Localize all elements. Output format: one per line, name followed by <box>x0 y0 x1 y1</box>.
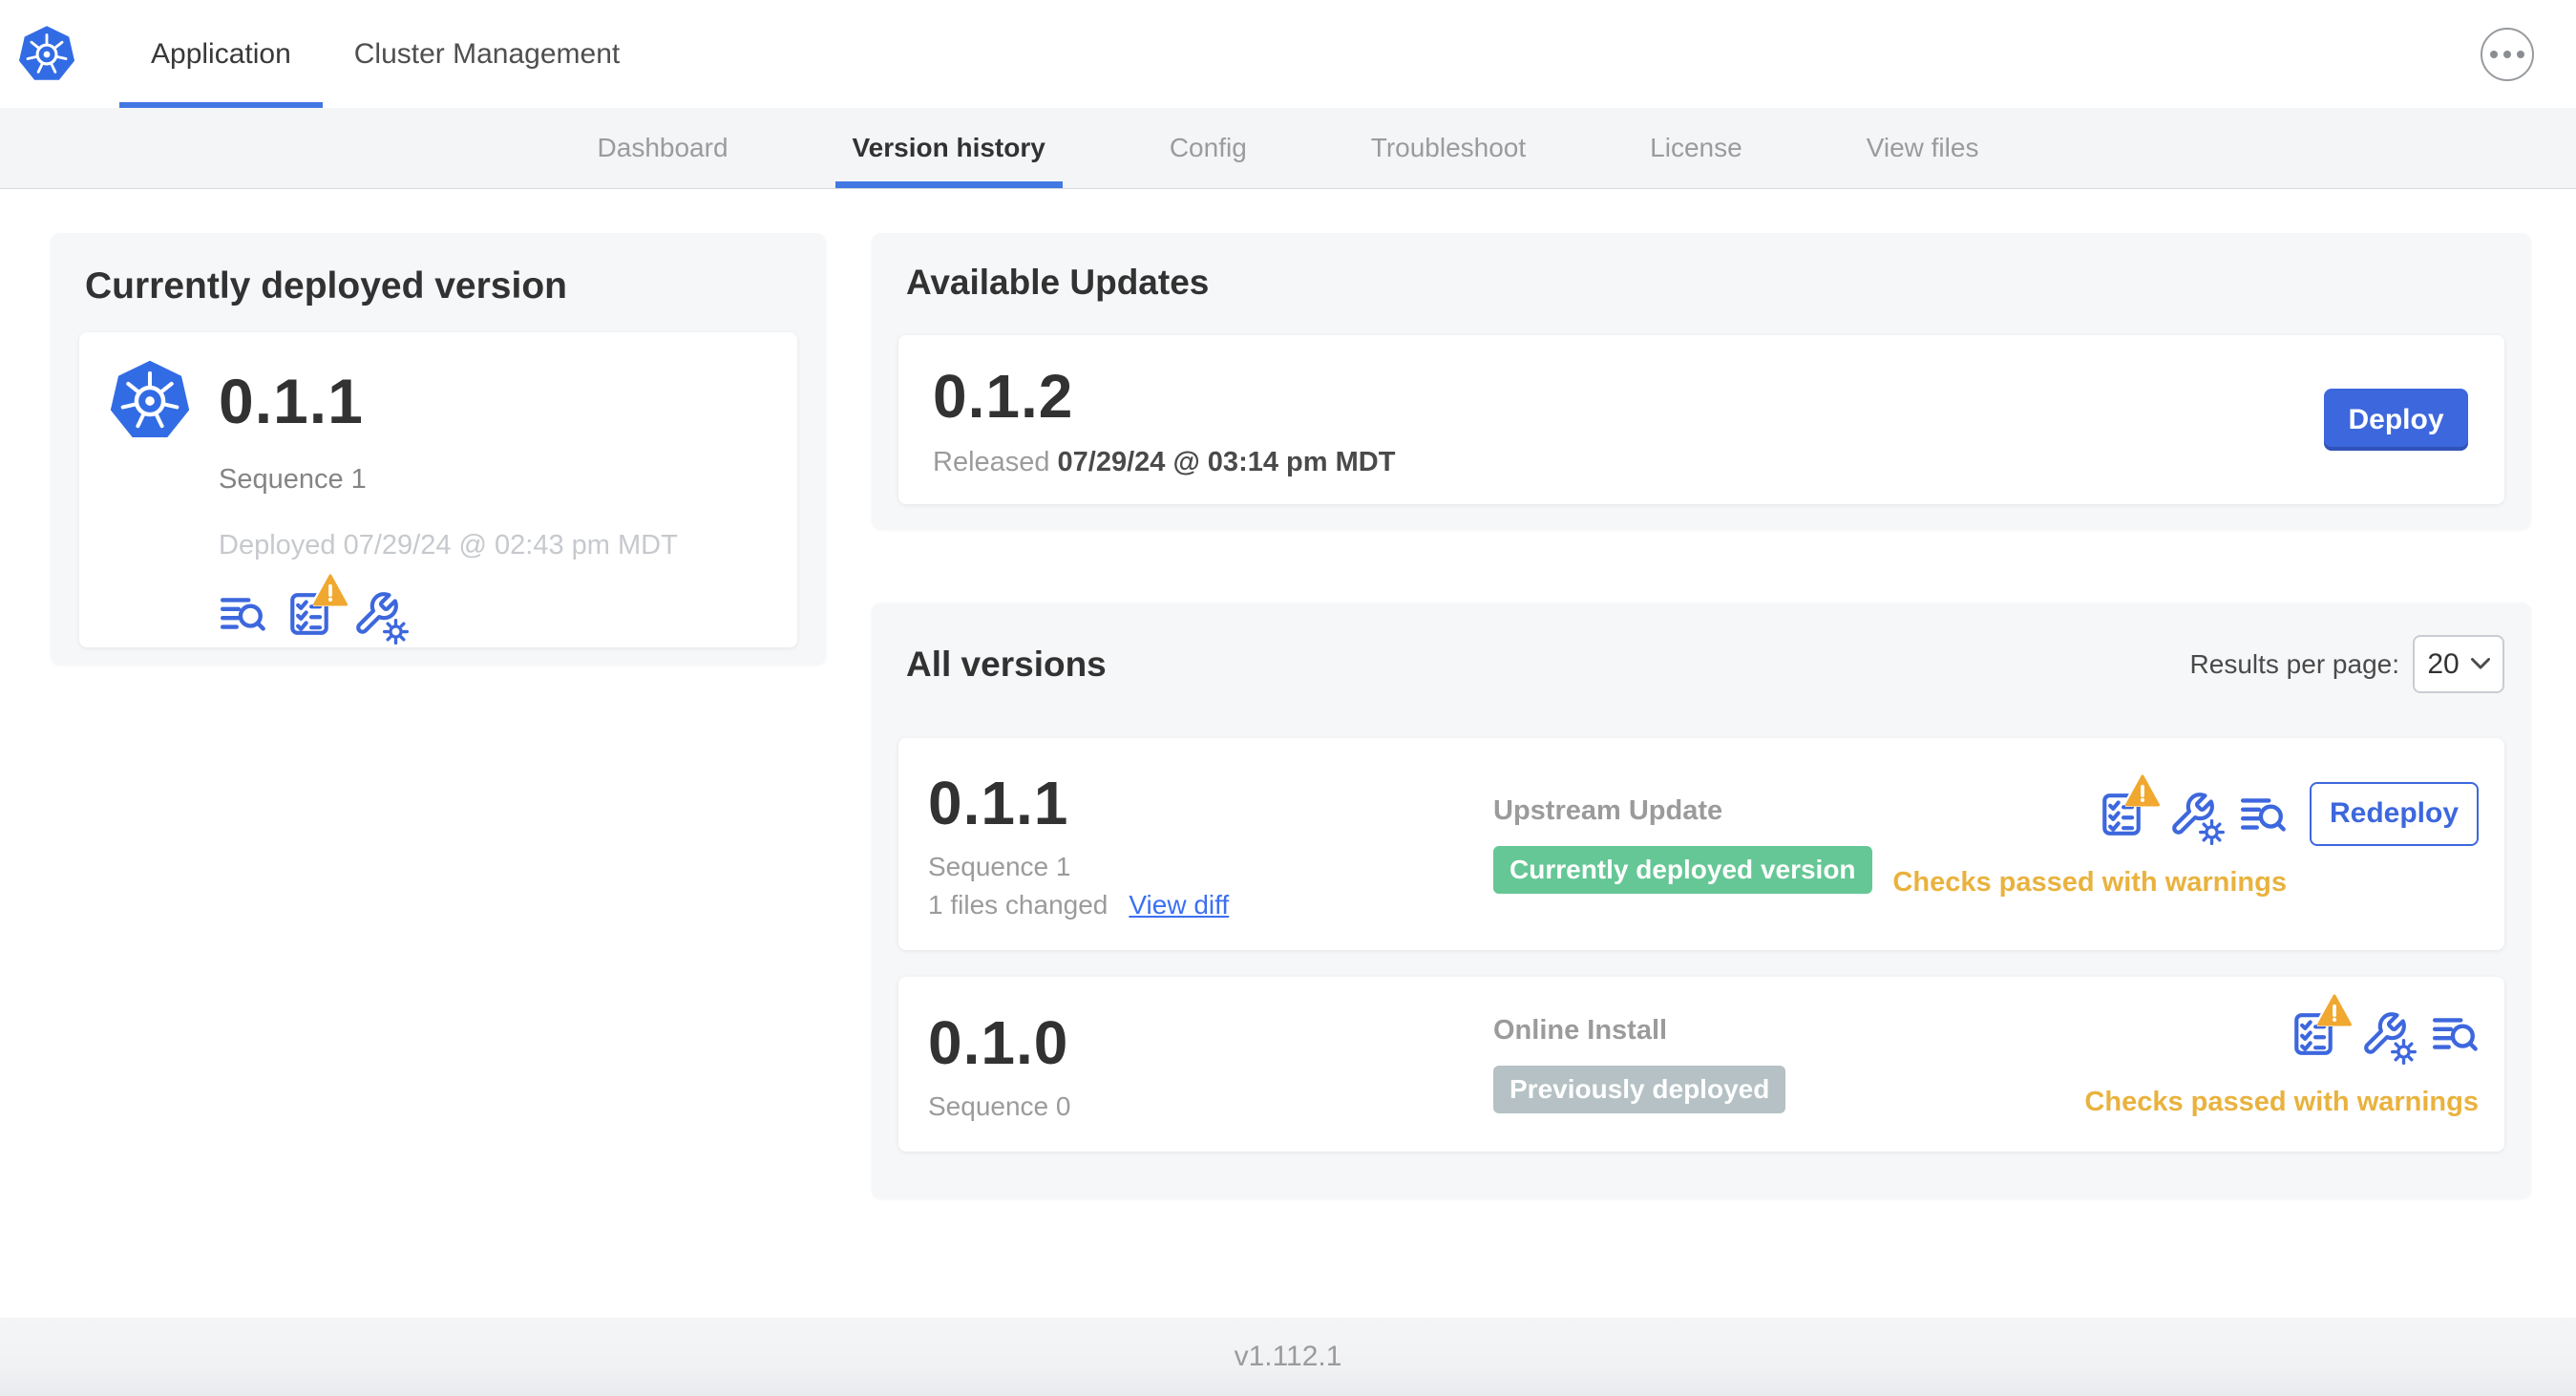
kubernetes-logo <box>17 24 76 84</box>
tab-license[interactable]: License <box>1633 108 1760 188</box>
update-row: 0.1.2 Released 07/29/24 @ 03:14 pm MDT De… <box>898 335 2504 504</box>
current-version-number: 0.1.1 <box>219 366 364 436</box>
version-row-0-1-0: 0.1.0 Sequence 0 Online Install Previous… <box>898 977 2504 1152</box>
files-changed-label: 1 files changed <box>928 890 1109 920</box>
gear-icon <box>2199 818 2225 845</box>
version-row-0-1-1: 0.1.1 Sequence 1 1 files changed View di… <box>898 738 2504 950</box>
preflight-status-text: Checks passed with warnings <box>2084 1087 2479 1117</box>
deploy-logs-icon[interactable] <box>2239 791 2287 838</box>
previously-deployed-badge: Previously deployed <box>1493 1066 1786 1113</box>
row-sequence-label: Sequence 0 <box>928 1090 1071 1121</box>
current-sequence-label: Sequence 1 <box>219 464 367 495</box>
console-version-label: v1.112.1 <box>1234 1341 1342 1372</box>
footer: v1.112.1 <box>0 1318 2576 1396</box>
currently-deployed-title: Currently deployed version <box>85 265 567 307</box>
results-per-page: Results per page: 20 <box>2190 635 2504 693</box>
topnav-tab-cluster-management[interactable]: Cluster Management <box>323 0 651 108</box>
current-deployed-timestamp: Deployed 07/29/24 @ 02:43 pm MDT <box>219 530 678 561</box>
view-diff-link[interactable]: View diff <box>1129 890 1229 920</box>
version-source-label: Online Install <box>1493 1015 1668 1046</box>
preflight-checks-warning-icon[interactable] <box>2290 1010 2337 1058</box>
results-per-page-select[interactable]: 20 <box>2413 635 2504 693</box>
config-wrench-icon[interactable] <box>2360 1010 2417 1065</box>
warning-triangle-icon <box>2125 774 2160 807</box>
app-sub-nav: Dashboard Version history Config Trouble… <box>0 108 2576 189</box>
tab-view-files[interactable]: View files <box>1849 108 1996 188</box>
preflight-status-text: Checks passed with warnings <box>1892 866 2287 898</box>
all-versions-title: All versions <box>906 644 1107 684</box>
kubernetes-app-icon <box>108 359 192 443</box>
gear-icon <box>383 619 409 645</box>
topnav-tab-application[interactable]: Application <box>119 0 323 108</box>
update-released-timestamp: Released 07/29/24 @ 03:14 pm MDT <box>933 447 1396 477</box>
warning-triangle-icon <box>313 574 348 606</box>
tab-dashboard[interactable]: Dashboard <box>581 108 746 188</box>
top-bar: Application Cluster Management <box>0 0 2576 108</box>
deploy-logs-icon[interactable] <box>219 590 266 638</box>
footer-gap <box>0 1198 2576 1318</box>
main-content: Currently deployed version 0.1.1 Sequenc… <box>0 189 2576 1198</box>
all-versions-panel: All versions Results per page: 20 0.1.1 … <box>872 603 2531 1198</box>
deploy-logs-icon[interactable] <box>2431 1010 2479 1058</box>
currently-deployed-badge: Currently deployed version <box>1493 845 1872 894</box>
currently-deployed-card: 0.1.1 Sequence 1 Deployed 07/29/24 @ 02:… <box>79 332 797 647</box>
available-updates-title: Available Updates <box>906 263 1210 302</box>
tab-version-history[interactable]: Version history <box>834 108 1063 188</box>
preflight-checks-warning-icon[interactable] <box>285 590 333 638</box>
version-source-label: Upstream Update <box>1493 794 1723 826</box>
config-wrench-icon[interactable] <box>2168 791 2225 845</box>
tab-config[interactable]: Config <box>1152 108 1264 188</box>
currently-deployed-panel: Currently deployed version 0.1.1 Sequenc… <box>51 233 826 665</box>
deploy-button[interactable]: Deploy <box>2324 389 2468 451</box>
admin-console-page: Application Cluster Management Dashboard… <box>0 0 2576 1396</box>
warning-triangle-icon <box>2317 994 2352 1026</box>
redeploy-button[interactable]: Redeploy <box>2310 781 2479 846</box>
results-per-page-label: Results per page: <box>2189 648 2399 679</box>
update-version-number: 0.1.2 <box>933 362 1074 431</box>
preflight-checks-warning-icon[interactable] <box>2098 791 2145 838</box>
tab-troubleshoot[interactable]: Troubleshoot <box>1354 108 1543 188</box>
overflow-menu-button[interactable] <box>2481 27 2534 81</box>
top-nav: Application Cluster Management <box>119 0 651 108</box>
available-updates-panel: Available Updates 0.1.2 Released 07/29/24… <box>872 233 2531 529</box>
right-column: Available Updates 0.1.2 Released 07/29/24… <box>872 233 2531 1198</box>
row-version-number: 0.1.0 <box>928 1007 1069 1077</box>
row-version-number: 0.1.1 <box>928 769 1069 837</box>
chevron-down-icon <box>2470 658 2490 669</box>
config-wrench-icon[interactable] <box>352 590 409 645</box>
ellipsis-icon <box>2490 50 2524 58</box>
row-sequence-label: Sequence 1 <box>928 852 1071 881</box>
gear-icon <box>2391 1039 2417 1065</box>
